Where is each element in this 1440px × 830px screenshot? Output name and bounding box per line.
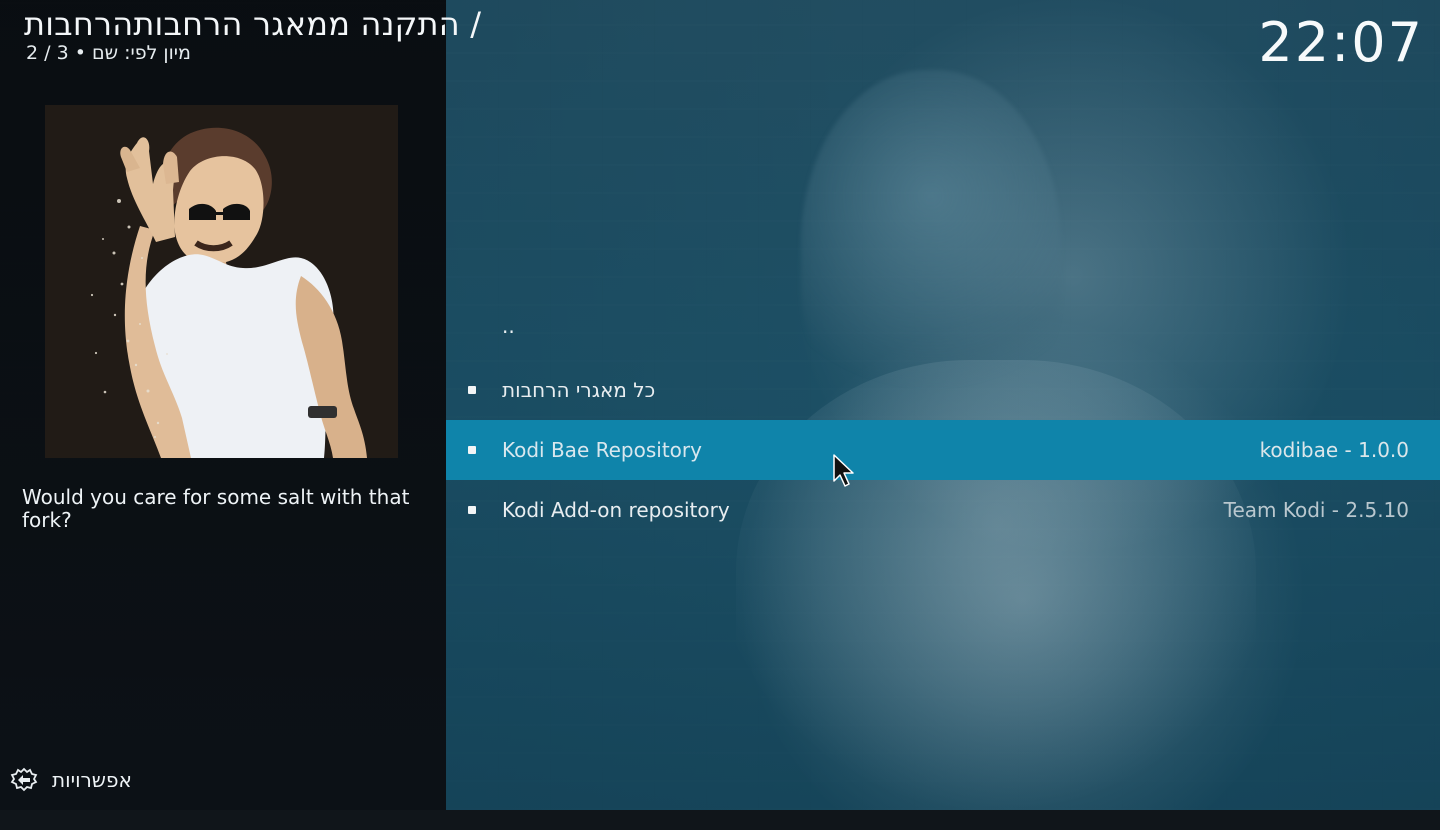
list-item-meta: kodibae - 1.0.0 [1259,438,1409,462]
page-title: התקנה ממאגר הרחבותהרחבות / [24,5,482,43]
addon-poster [45,105,398,458]
list-item-label: Kodi Bae Repository [502,438,702,462]
repository-list: .. כל מאגרי הרחבות Kodi Bae Repository k… [446,300,1440,540]
addon-description: Would you care for some salt with that f… [22,485,410,533]
list-item-kodi-addon-repository[interactable]: Kodi Add-on repository Team Kodi - 2.5.1… [446,480,1440,540]
options-label: אפשרויות [52,768,132,792]
parent-directory-label: .. [502,314,515,338]
list-item-meta: Team Kodi - 2.5.10 [1223,498,1409,522]
bullet-icon [468,506,476,514]
clock: 22:07 [1258,11,1424,74]
list-item-label: Kodi Add-on repository [502,498,730,522]
list-item-all-repositories[interactable]: כל מאגרי הרחבות [446,360,1440,420]
list-item-label: כל מאגרי הרחבות [502,378,656,402]
options-button[interactable]: אפשרויות [10,766,132,794]
salt-bae-illustration [45,105,398,458]
bullet-icon [468,446,476,454]
list-item-kodi-bae-repository[interactable]: Kodi Bae Repository kodibae - 1.0.0 [446,420,1440,480]
sort-status: מיון לפי: שם • 3 / 2 [26,42,191,64]
mouse-pointer-icon [833,454,854,487]
options-icon [10,767,38,792]
bullet-icon [468,386,476,394]
list-item-parent[interactable]: .. [446,300,1440,360]
